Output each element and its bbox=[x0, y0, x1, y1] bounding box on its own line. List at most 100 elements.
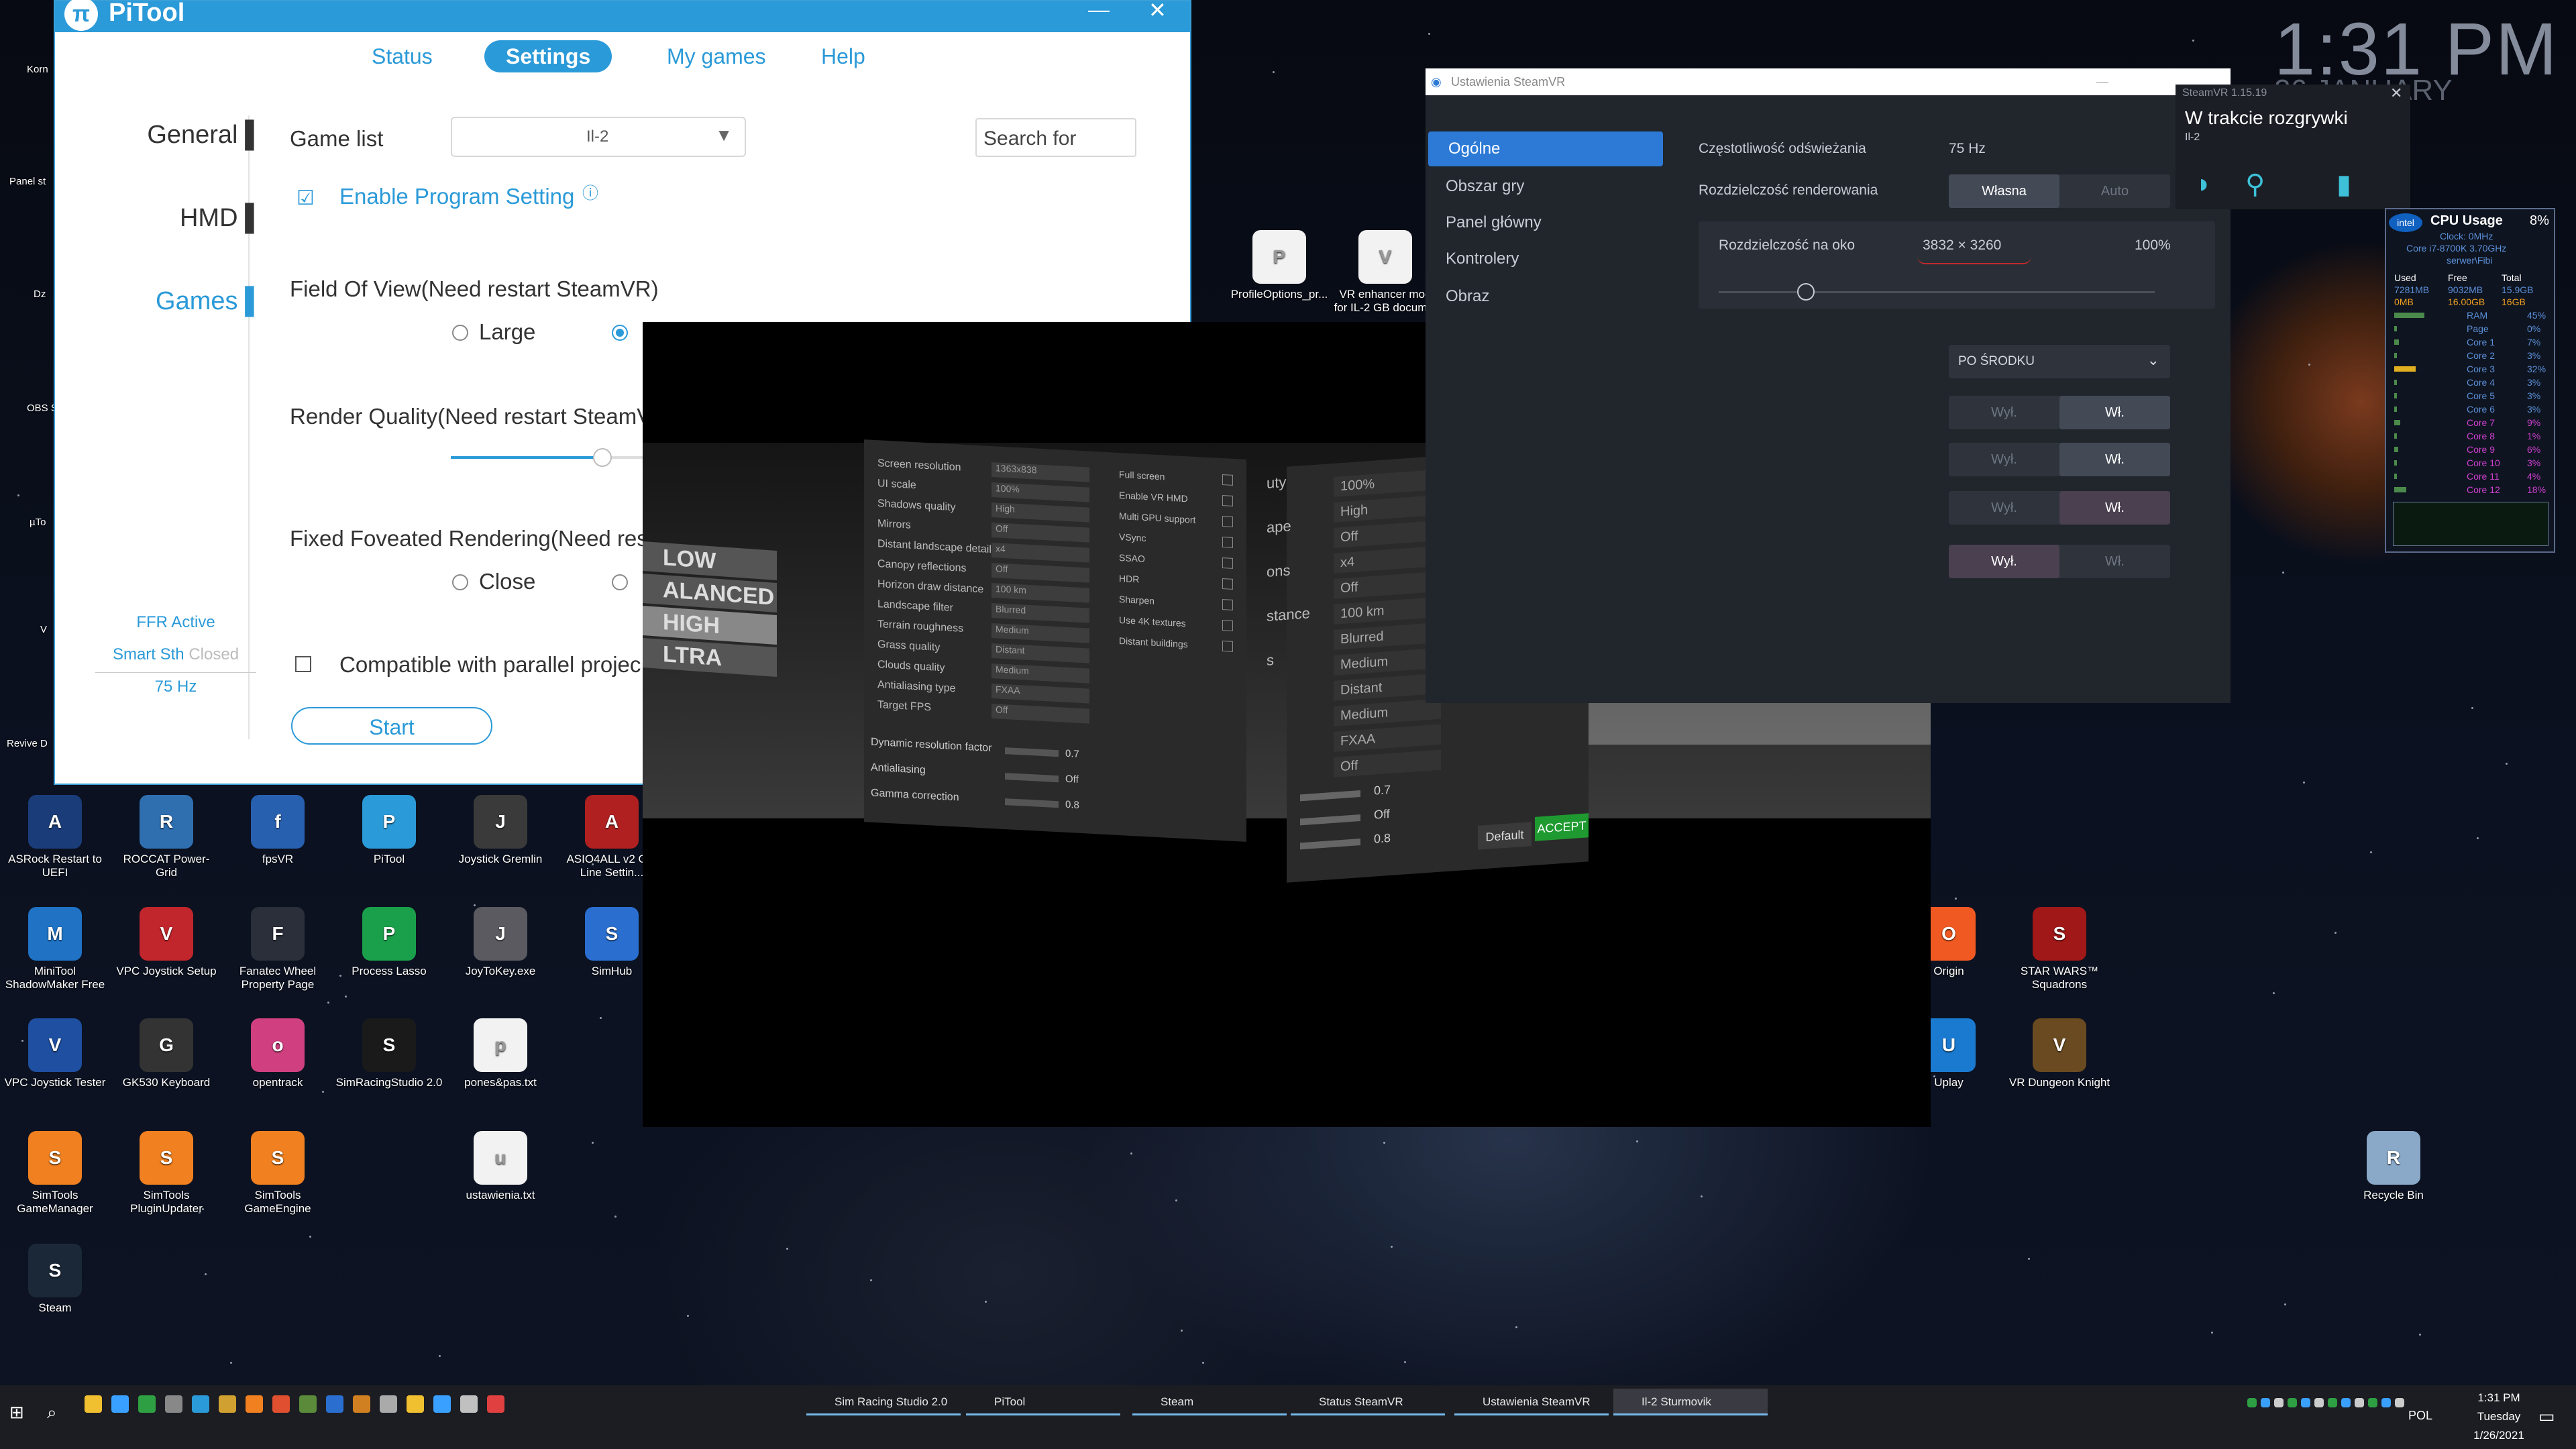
render-quality-slider-handle[interactable] bbox=[593, 448, 612, 467]
refresh-rate-value[interactable]: 75 Hz bbox=[1949, 141, 1986, 157]
setting-dropdown[interactable]: x4 bbox=[991, 543, 1089, 563]
toggle-checkbox[interactable] bbox=[1222, 474, 1233, 486]
minimize-icon[interactable]: — bbox=[2096, 68, 2108, 95]
cpu-usage-gadget[interactable]: intel CPU Usage 8% Clock: 0MHz Core i7-8… bbox=[2385, 208, 2555, 553]
default-button[interactable]: Default bbox=[1478, 822, 1532, 850]
setting-dropdown[interactable]: Off bbox=[991, 563, 1089, 583]
nav-kontrolery[interactable]: Kontrolery bbox=[1426, 241, 1660, 276]
partial-icon-label[interactable]: Korn bbox=[27, 64, 48, 75]
setting-dropdown[interactable]: 100 km bbox=[1334, 596, 1441, 625]
toggle-checkbox[interactable] bbox=[1222, 557, 1233, 569]
partial-icon-label[interactable]: µTo bbox=[30, 517, 46, 528]
toggle-row[interactable]: Sharpen bbox=[1119, 592, 1233, 614]
fov-normal-radio[interactable] bbox=[612, 325, 628, 341]
slider-track[interactable] bbox=[1300, 814, 1360, 826]
toggle-off[interactable]: Wył. bbox=[1949, 443, 2059, 476]
nav-obraz[interactable]: Obraz bbox=[1426, 279, 1660, 314]
close-icon[interactable]: ✕ bbox=[1148, 0, 1167, 23]
toggle-off[interactable]: Wył. bbox=[1949, 545, 2059, 578]
desktop-icon[interactable]: P Process Lasso bbox=[335, 907, 443, 978]
toggle-checkbox[interactable] bbox=[1222, 516, 1233, 527]
nav-ogolne[interactable]: Ogólne bbox=[1428, 131, 1663, 166]
taskbar-app-1[interactable]: PiTool bbox=[966, 1389, 1120, 1415]
headset-icon[interactable]: ◗ bbox=[2196, 169, 2212, 199]
ffr-option-radio[interactable] bbox=[612, 574, 628, 590]
sidebar-item-games[interactable]: Games ▌ bbox=[109, 287, 263, 316]
desktop-icon[interactable]: P ProfileOptions_pr... bbox=[1226, 230, 1333, 301]
tray-icon[interactable] bbox=[2247, 1398, 2257, 1407]
desktop-icon[interactable]: G GK530 Keyboard bbox=[113, 1018, 220, 1089]
info-icon[interactable]: ⓘ bbox=[582, 180, 598, 203]
setting-dropdown[interactable]: FXAA bbox=[991, 684, 1089, 704]
tray-icon[interactable] bbox=[2341, 1398, 2351, 1407]
tab-help[interactable]: Help bbox=[800, 40, 887, 72]
desktop-icon[interactable]: V VPC Joystick Setup bbox=[113, 907, 220, 978]
search-input[interactable]: Search for bbox=[975, 118, 1136, 157]
toggle-row[interactable]: VSync bbox=[1119, 530, 1233, 552]
desktop-icon[interactable]: F Fanatec Wheel Property Page bbox=[224, 907, 331, 991]
tray-icon[interactable] bbox=[2368, 1398, 2377, 1407]
pinned-app-icon[interactable] bbox=[85, 1395, 102, 1413]
partial-icon-label[interactable]: V bbox=[40, 624, 47, 635]
slider-track[interactable] bbox=[1300, 839, 1360, 850]
taskbar-app-0[interactable]: Sim Racing Studio 2.0 bbox=[806, 1389, 961, 1415]
minimize-icon[interactable]: — bbox=[1088, 0, 1110, 22]
desktop-icon[interactable]: S SimRacingStudio 2.0 bbox=[335, 1018, 443, 1089]
desktop-icon[interactable]: S SimTools GameManager bbox=[1, 1131, 109, 1216]
pinned-app-icon[interactable] bbox=[272, 1395, 290, 1413]
slider-track[interactable] bbox=[1005, 747, 1059, 757]
desktop-icon[interactable]: S SimTools PluginUpdater bbox=[113, 1131, 220, 1216]
tray-icon[interactable] bbox=[2355, 1398, 2364, 1407]
taskbar-app-5[interactable]: Il-2 Sturmovik bbox=[1613, 1389, 1768, 1415]
tray-icon[interactable] bbox=[2261, 1398, 2270, 1407]
sidebar-item-general[interactable]: General ▌ bbox=[109, 121, 263, 150]
desktop-icon[interactable]: P PiTool bbox=[335, 795, 443, 866]
windows-start-icon[interactable]: ⊞ bbox=[9, 1402, 24, 1423]
tray-icon[interactable] bbox=[2381, 1398, 2391, 1407]
desktop-icon[interactable]: J Joystick Gremlin bbox=[447, 795, 554, 866]
toggle-row[interactable]: Full screen bbox=[1119, 468, 1233, 490]
partial-icon-label[interactable]: Revive D bbox=[7, 738, 48, 749]
nav-obszar-gry[interactable]: Obszar gry bbox=[1426, 169, 1660, 204]
pinned-app-icon[interactable] bbox=[460, 1395, 478, 1413]
pinned-app-icon[interactable] bbox=[407, 1395, 424, 1413]
nav-panel-glowny[interactable]: Panel główny bbox=[1426, 205, 1660, 240]
setting-dropdown[interactable]: Medium bbox=[1334, 647, 1441, 676]
setting-dropdown[interactable]: 100 km bbox=[991, 583, 1089, 603]
close-icon[interactable]: ✕ bbox=[2390, 85, 2402, 102]
slider-track[interactable] bbox=[1300, 790, 1360, 802]
controller-icon[interactable]: ⚲ bbox=[2245, 169, 2265, 200]
game-list-select[interactable]: Il-2 ▼ bbox=[451, 117, 746, 157]
desktop-icon[interactable]: V VR Dungeon Knight bbox=[2006, 1018, 2113, 1089]
toggle-on[interactable]: Wł. bbox=[2059, 545, 2170, 578]
taskbar-app-2[interactable]: Steam bbox=[1132, 1389, 1287, 1415]
desktop-icon[interactable]: M MiniTool ShadowMaker Free bbox=[1, 907, 109, 991]
setting-dropdown[interactable]: Distant bbox=[991, 643, 1089, 663]
setting-dropdown[interactable]: Off bbox=[1334, 571, 1441, 599]
desktop-icon[interactable]: p pones&pas.txt bbox=[447, 1018, 554, 1089]
setting-dropdown[interactable]: Blurred bbox=[1334, 622, 1441, 650]
setting-dropdown[interactable]: Off bbox=[1334, 749, 1441, 777]
toggle-row[interactable]: Enable VR HMD bbox=[1119, 488, 1233, 511]
pinned-app-icon[interactable] bbox=[326, 1395, 343, 1413]
pinned-app-icon[interactable] bbox=[246, 1395, 263, 1413]
desktop-icon[interactable]: S STAR WARS™ Squadrons bbox=[2006, 907, 2113, 991]
slider-track[interactable] bbox=[1005, 798, 1059, 808]
pinned-app-icon[interactable] bbox=[353, 1395, 370, 1413]
taskbar-app-4[interactable]: Ustawienia SteamVR bbox=[1454, 1389, 1609, 1415]
partial-icon-label[interactable]: Panel st bbox=[9, 176, 46, 187]
setting-dropdown[interactable]: 100% bbox=[991, 482, 1089, 502]
tray-icon[interactable] bbox=[2395, 1398, 2404, 1407]
desktop-icon[interactable]: V VPC Joystick Tester bbox=[1, 1018, 109, 1089]
setting-dropdown[interactable]: Distant bbox=[1334, 673, 1441, 701]
pinned-app-icon[interactable] bbox=[111, 1395, 129, 1413]
setting-dropdown[interactable]: Blurred bbox=[991, 603, 1089, 623]
setting-dropdown[interactable]: Off bbox=[1334, 520, 1441, 548]
toggle-checkbox[interactable] bbox=[1222, 495, 1233, 506]
taskbar-app-3[interactable]: Status SteamVR bbox=[1291, 1389, 1445, 1415]
toggle-row[interactable]: SSAO bbox=[1119, 551, 1233, 573]
pinned-app-icon[interactable] bbox=[380, 1395, 397, 1413]
toggle-checkbox[interactable] bbox=[1222, 537, 1233, 548]
desktop-icon[interactable]: f fpsVR bbox=[224, 795, 331, 866]
start-button[interactable]: Start bbox=[291, 707, 492, 745]
